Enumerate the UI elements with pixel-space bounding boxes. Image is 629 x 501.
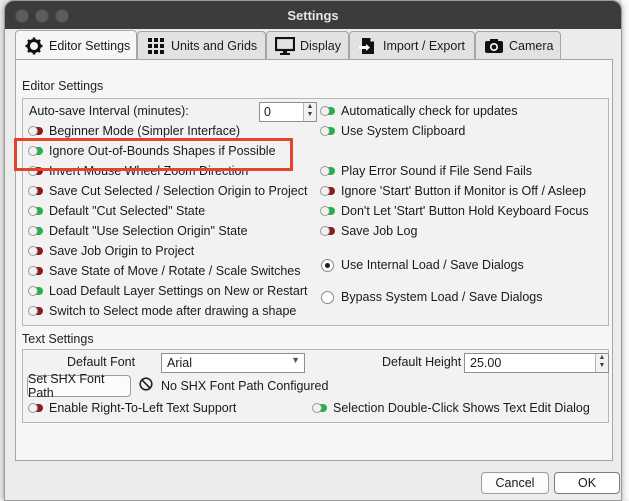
toggle-default-cut-selected[interactable]: Default "Cut Selected" State [28,202,206,220]
autosave-value: 0 [264,105,271,119]
default-font-value: Arial [167,356,193,370]
tab-import-export[interactable]: Import / Export [349,31,475,60]
toggle-label: Save Job Origin to Project [49,244,195,258]
autosave-label: Auto-save Interval (minutes): [29,104,189,118]
toggle-label: Selection Double-Click Shows Text Edit D… [333,401,590,415]
window-title: Settings [287,8,339,23]
text-settings-heading: Text Settings [22,332,94,346]
tab-label: Units and Grids [171,39,258,53]
text-settings-group: Default Font Arial ▼ Default Height 25.0… [22,349,609,423]
toggle-switch[interactable] [28,403,43,413]
annotation-highlight-box [14,138,293,171]
toggle-label: Don't Let 'Start' Button Hold Keyboard F… [341,204,589,218]
toggle-double-click-edit[interactable]: Selection Double-Click Shows Text Edit D… [312,399,590,417]
default-font-combobox[interactable]: Arial ▼ [161,353,305,373]
toggle-system-clipboard[interactable]: Use System Clipboard [320,122,466,140]
toggle-save-cut-selected[interactable]: Save Cut Selected / Selection Origin to … [28,182,308,200]
toggle-switch-to-select-mode[interactable]: Switch to Select mode after drawing a sh… [28,302,297,320]
tab-label: Import / Export [383,39,465,53]
editor-settings-heading: Editor Settings [22,79,104,93]
toggle-switch[interactable] [320,166,335,176]
toggle-switch[interactable] [320,186,335,196]
toggle-check-updates[interactable]: Automatically check for updates [320,102,518,120]
toggle-right-to-left[interactable]: Enable Right-To-Left Text Support [28,399,237,417]
default-font-label: Default Font [67,355,136,369]
chevron-down-icon: ▼ [291,355,300,365]
tab-label: Editor Settings [49,39,131,53]
toggle-switch[interactable] [312,403,327,413]
toggle-label: Switch to Select mode after drawing a sh… [49,304,297,318]
gear-icon [24,36,44,56]
toggle-switch[interactable] [320,226,335,236]
tab-panel: Editor Settings Auto-save Interval (minu… [15,59,613,461]
toggle-switch[interactable] [28,226,43,236]
toggle-label: Save State of Move / Rotate / Scale Swit… [49,264,301,278]
title-bar[interactable]: Settings [5,1,621,29]
radio-button[interactable] [321,258,334,272]
toggle-label: Save Job Log [341,224,418,238]
toggle-load-default-layer-settings[interactable]: Load Default Layer Settings on New or Re… [28,282,308,300]
toggle-switch[interactable] [28,306,43,316]
radio-internal-dialogs[interactable]: Use Internal Load / Save Dialogs [321,256,524,274]
spin-arrows[interactable]: ▲ ▼ [595,354,608,372]
radio-label: Bypass System Load / Save Dialogs [341,290,543,304]
monitor-icon [275,36,295,56]
tab-label: Camera [509,39,554,53]
toggle-start-button-focus[interactable]: Don't Let 'Start' Button Hold Keyboard F… [320,202,589,220]
toggle-save-job-origin[interactable]: Save Job Origin to Project [28,242,195,260]
toggle-label: Ignore 'Start' Button if Monitor is Off … [341,184,586,198]
camera-icon [484,36,504,56]
toggle-ignore-start-button[interactable]: Ignore 'Start' Button if Monitor is Off … [320,182,586,200]
ok-button[interactable]: OK [554,472,620,494]
default-height-label: Default Height [382,355,462,369]
toggle-label: Automatically check for updates [341,104,518,118]
toggle-label: Save Cut Selected / Selection Origin to … [49,184,308,198]
toggle-switch[interactable] [28,266,43,276]
toggle-label: Beginner Mode (Simpler Interface) [49,124,241,138]
set-shx-font-path-button[interactable]: Set SHX Font Path [27,372,131,400]
default-height-value: 25.00 [470,356,502,370]
toggle-switch[interactable] [28,186,43,196]
default-height-spinbox[interactable]: 25.00 ▲ ▼ [464,353,609,373]
tab-units-and-grids[interactable]: Units and Grids [137,31,266,60]
grid-icon [146,36,166,56]
import-export-icon [358,36,378,56]
toggle-label: Use System Clipboard [341,124,466,138]
toggle-label: Default "Use Selection Origin" State [49,224,248,238]
toggle-label: Play Error Sound if File Send Fails [341,164,533,178]
settings-dialog: Settings Editor Settings Units and Grids… [4,0,622,501]
radio-bypass-dialogs[interactable]: Bypass System Load / Save Dialogs [321,288,543,306]
editor-settings-group: Auto-save Interval (minutes): 0 ▲ ▼ Begin… [22,98,609,326]
toggle-switch[interactable] [320,206,335,216]
spin-arrows[interactable]: ▲ ▼ [303,103,316,121]
toggle-save-job-log[interactable]: Save Job Log [320,222,418,240]
tab-display[interactable]: Display [266,31,349,60]
toggle-label: Enable Right-To-Left Text Support [49,401,237,415]
toggle-switch[interactable] [28,246,43,256]
toggle-switch[interactable] [320,126,335,136]
no-entry-icon [139,377,153,391]
tab-camera[interactable]: Camera [475,31,561,60]
shx-status-text: No SHX Font Path Configured [161,379,329,393]
toggle-label: Default "Cut Selected" State [49,204,206,218]
radio-button[interactable] [321,290,334,304]
tab-editor-settings[interactable]: Editor Settings [15,30,137,61]
autosave-interval-spinbox[interactable]: 0 ▲ ▼ [259,102,317,122]
toggle-save-switch-state[interactable]: Save State of Move / Rotate / Scale Swit… [28,262,301,280]
toggle-play-error-sound[interactable]: Play Error Sound if File Send Fails [320,162,533,180]
toggle-switch[interactable] [320,106,335,116]
toggle-switch[interactable] [28,206,43,216]
tab-label: Display [300,39,341,53]
toggle-label: Load Default Layer Settings on New or Re… [49,284,308,298]
toggle-switch[interactable] [28,126,43,136]
cancel-button[interactable]: Cancel [481,472,549,494]
toggle-switch[interactable] [28,286,43,296]
toggle-default-use-selection-origin[interactable]: Default "Use Selection Origin" State [28,222,248,240]
radio-label: Use Internal Load / Save Dialogs [341,258,524,272]
